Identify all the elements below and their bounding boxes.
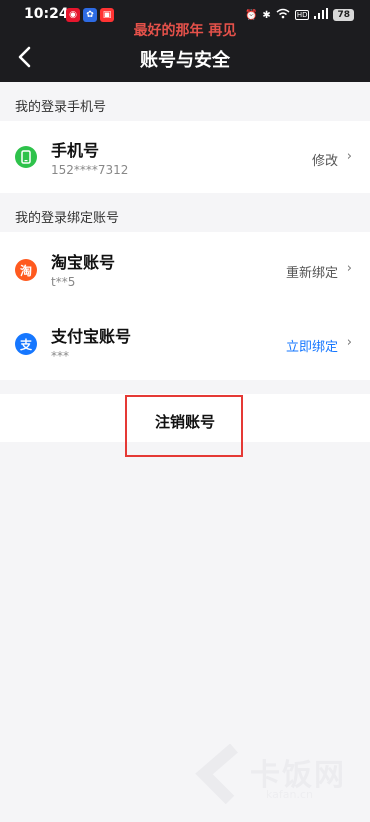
phone-section-header: 我的登录手机号 [15,100,107,115]
taobao-title: 淘宝账号 [51,253,116,272]
watermark-url: kafan.cn [266,788,314,801]
alipay-account: *** [51,349,69,363]
bind-alipay-link[interactable]: 立即绑定 [286,336,338,355]
chevron-right-icon: › [346,335,352,350]
top-bar: 10:24 ◉ ✿ ▣ 最好的那年 再见 ⏰ ✱ HD 78 账号与安全 [0,0,370,82]
alipay-icon: 支 [15,333,37,355]
bind-section-header: 我的登录绑定账号 [15,211,120,226]
phone-number: 152****7312 [51,163,129,177]
alarm-icon: ⏰ [244,9,258,21]
highlight-box [125,395,243,457]
nav-bar: 账号与安全 [0,32,370,82]
rebind-taobao-link[interactable]: 重新绑定 [286,262,338,281]
bind-card: 淘 淘宝账号 t**5 重新绑定 › 支 支付宝账号 *** 立即绑定 › [0,232,370,380]
alipay-row[interactable]: 支 支付宝账号 *** 立即绑定 › [0,306,370,380]
account-security-page: 10:24 ◉ ✿ ▣ 最好的那年 再见 ⏰ ✱ HD 78 账号与安全 我的登… [0,0,370,822]
phone-row[interactable]: 手机号 152****7312 修改 › [0,121,370,193]
bluetooth-icon: ✱ [262,9,271,21]
page-title: 账号与安全 [140,50,230,71]
wifi-icon [276,8,290,22]
chevron-right-icon: › [346,149,352,164]
phone-title: 手机号 [51,141,100,160]
chevron-right-icon: › [346,261,352,276]
battery-indicator: 78 [333,9,354,21]
phone-card: 手机号 152****7312 修改 › [0,121,370,193]
watermark-logo: 卡饭网 kafan.cn [190,740,360,810]
system-icons: ⏰ ✱ HD 78 [245,8,354,22]
alipay-title: 支付宝账号 [51,327,132,346]
taobao-account: t**5 [51,275,76,289]
phone-icon [15,146,37,168]
taobao-icon: 淘 [15,259,37,281]
signal-icon [314,8,329,22]
modify-phone-link[interactable]: 修改 [312,150,338,169]
taobao-row[interactable]: 淘 淘宝账号 t**5 重新绑定 › [0,232,370,306]
hd-badge: HD [294,10,310,20]
status-bar: 10:24 ◉ ✿ ▣ 最好的那年 再见 ⏰ ✱ HD 78 [0,0,370,39]
